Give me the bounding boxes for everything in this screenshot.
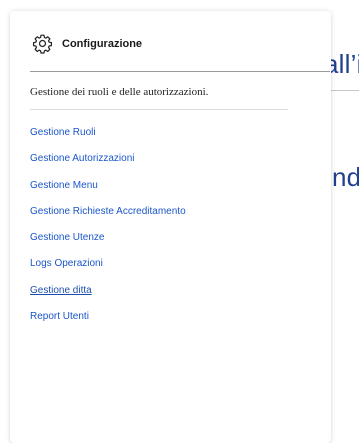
configuration-menu: Gestione Ruoli Gestione Autorizzazioni G… (30, 126, 186, 336)
subtitle-divider (30, 109, 288, 110)
menu-item-gestione-ditta[interactable]: Gestione ditta (30, 284, 186, 310)
panel-subtitle: Gestione dei ruoli e delle autorizzazion… (30, 86, 209, 98)
menu-item-gestione-menu[interactable]: Gestione Menu (30, 179, 186, 205)
configuration-panel: Configurazione Gestione dei ruoli e dell… (10, 11, 331, 443)
menu-item-gestione-richieste-accreditamento[interactable]: Gestione Richieste Accreditamento (30, 205, 186, 231)
panel-title: Configurazione (62, 38, 143, 50)
menu-item-logs-operazioni[interactable]: Logs Operazioni (30, 257, 186, 283)
menu-item-report-utenti[interactable]: Report Utenti (30, 310, 186, 336)
header-divider (30, 71, 330, 72)
gear-icon (32, 34, 53, 54)
menu-item-gestione-autorizzazioni[interactable]: Gestione Autorizzazioni (30, 152, 186, 178)
menu-item-gestione-utenze[interactable]: Gestione Utenze (30, 231, 186, 257)
page: all’i indi Configurazione Gestione dei r… (0, 0, 359, 443)
panel-header: Configurazione (10, 11, 331, 75)
menu-item-gestione-ruoli[interactable]: Gestione Ruoli (30, 126, 186, 152)
